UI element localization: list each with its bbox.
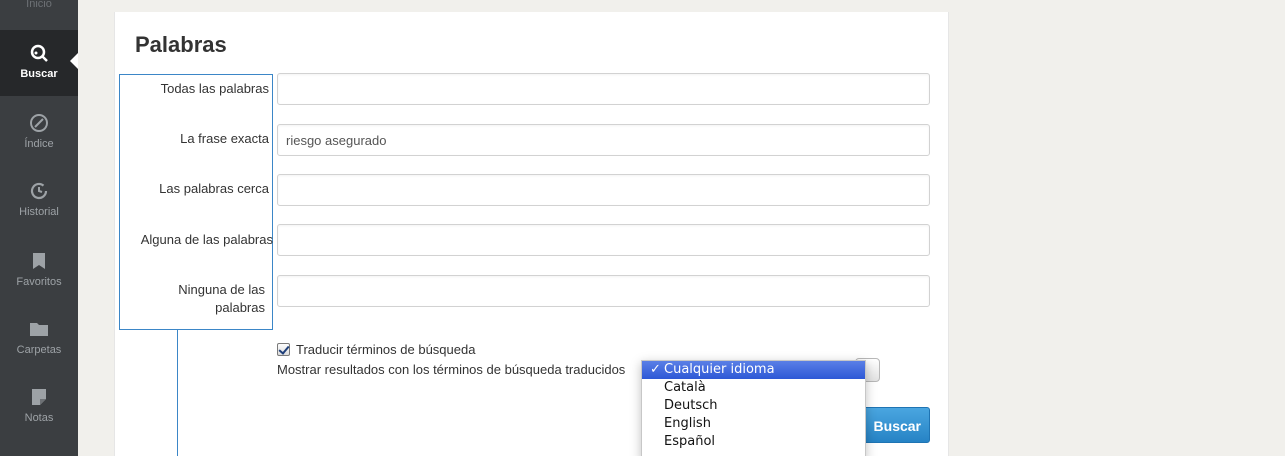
search-icon (30, 44, 48, 62)
sidebar-item-label: Favoritos (16, 276, 62, 288)
language-option-label: Deutsch (664, 398, 718, 413)
translate-checkbox[interactable] (277, 343, 290, 356)
sidebar-item-historial[interactable]: Historial (0, 168, 78, 234)
field-label-none-words: Ninguna de las palabras (178, 282, 265, 315)
near-words-input[interactable] (277, 174, 930, 206)
language-option-label: English (664, 416, 711, 431)
folder-icon (30, 323, 48, 336)
language-option-selected[interactable]: ✓ Cualquier idioma (642, 361, 865, 379)
sidebar-item-inicio[interactable]: Inicio (0, 0, 78, 10)
field-label-near-words: Las palabras cerca (159, 181, 269, 196)
sidebar-item-indice[interactable]: Índice (0, 100, 78, 166)
sidebar-item-label: Historial (19, 206, 59, 218)
language-option-label: Cualquier idioma (664, 362, 775, 377)
history-icon (30, 182, 48, 200)
highlight-connector-line (177, 330, 178, 456)
bookmark-icon (33, 253, 45, 269)
none-words-input[interactable] (277, 275, 930, 307)
exact-phrase-input[interactable] (277, 124, 930, 156)
language-option[interactable]: Español (642, 433, 865, 451)
show-results-label: Mostrar resultados con los términos de b… (277, 362, 626, 377)
compass-icon (30, 114, 48, 132)
language-option[interactable]: Català (642, 379, 865, 397)
language-option[interactable]: English (642, 415, 865, 433)
translate-option[interactable]: Traducir términos de búsqueda (277, 342, 475, 357)
language-option[interactable]: Deutsch (642, 397, 865, 415)
page-title: Palabras (135, 32, 227, 57)
field-label-exact-phrase: La frase exacta (180, 131, 269, 146)
sidebar-item-label: Índice (24, 138, 54, 150)
sidebar-item-label: Notas (24, 412, 54, 424)
sidebar-item-label: Buscar (20, 68, 58, 80)
sidebar-item-favoritos[interactable]: Favoritos (0, 238, 78, 304)
translate-checkbox-label: Traducir términos de búsqueda (296, 342, 476, 357)
all-words-input[interactable] (277, 73, 930, 105)
any-words-input[interactable] (277, 224, 930, 256)
sidebar-item-buscar[interactable]: Buscar (0, 30, 78, 96)
field-label-any-words: Alguna de las palabras (140, 232, 273, 247)
sidebar: Inicio Buscar Índice Historial Favoritos (0, 0, 78, 456)
field-label-all-words: Todas las palabras (160, 81, 269, 96)
checkmark-icon: ✓ (650, 362, 661, 377)
language-dropdown-menu: ✓ Cualquier idioma Català Deutsch Englis… (641, 360, 866, 456)
sidebar-item-label: Inicio (26, 0, 52, 10)
sidebar-item-label: Carpetas (16, 344, 62, 356)
language-option-label: Español (664, 434, 716, 449)
sidebar-item-notas[interactable]: Notas (0, 374, 78, 440)
language-option-label: Català (664, 380, 706, 395)
note-icon (32, 389, 46, 405)
sidebar-item-carpetas[interactable]: Carpetas (0, 306, 78, 372)
